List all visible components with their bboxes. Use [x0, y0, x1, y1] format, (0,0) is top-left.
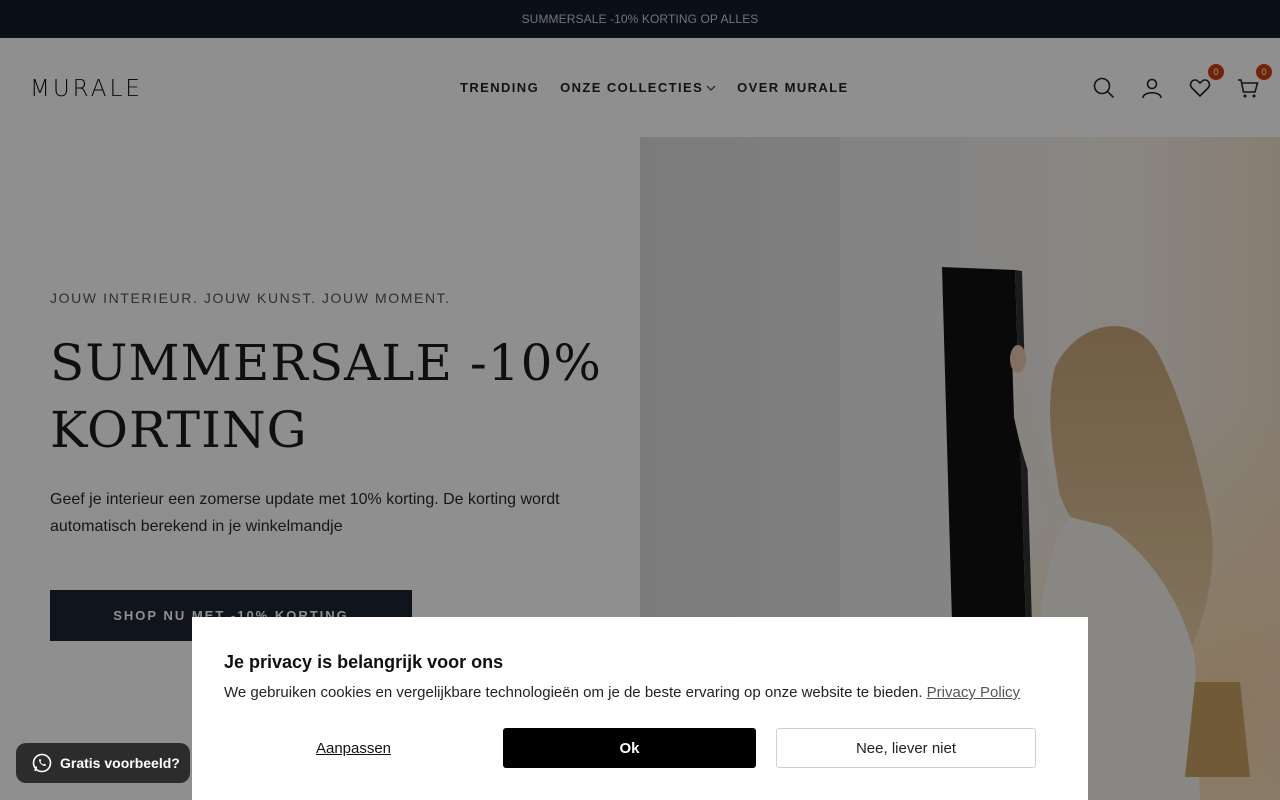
consent-body: We gebruiken cookies en vergelijkbare te…	[224, 684, 923, 701]
customize-button[interactable]: Aanpassen	[224, 728, 483, 768]
cookie-consent-dialog: Je privacy is belangrijk voor ons We geb…	[192, 617, 1088, 800]
whatsapp-icon	[32, 753, 52, 773]
privacy-policy-link[interactable]: Privacy Policy	[927, 684, 1020, 701]
accept-button[interactable]: Ok	[503, 728, 756, 768]
whatsapp-label: Gratis voorbeeld?	[60, 755, 180, 771]
consent-text: We gebruiken cookies en vergelijkbare te…	[224, 684, 1020, 701]
consent-title: Je privacy is belangrijk voor ons	[224, 652, 504, 672]
decline-button[interactable]: Nee, liever niet	[776, 728, 1036, 768]
whatsapp-chat-button[interactable]: Gratis voorbeeld?	[16, 743, 190, 783]
